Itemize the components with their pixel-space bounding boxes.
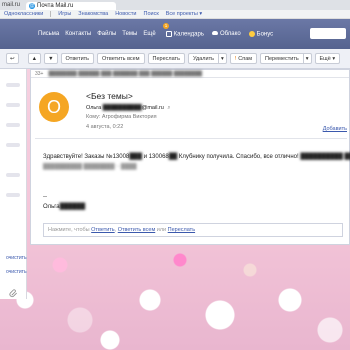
message-subject: <Без темы> (86, 91, 133, 101)
mail-top-nav: Письма Контакты Файлы Темы Ещё 1 Календа… (0, 19, 350, 49)
message-body-line: Здравствуйте! Заказы №13008███ и 130068█… (43, 154, 350, 160)
bookmark-ok[interactable]: Одноклассники (4, 11, 43, 17)
search-icon[interactable]: ⌕ (167, 105, 170, 111)
bookmark-games[interactable]: Игры (58, 11, 71, 17)
reply-button[interactable]: Ответить (60, 53, 95, 64)
body-blurred: ███ (129, 154, 143, 160)
signature-separator: -- (43, 194, 47, 200)
reply-prefix: Нажмите, чтобы (48, 227, 92, 233)
bookmark-all-projects[interactable]: Все проекты ▾ (166, 11, 202, 17)
reply-all-button[interactable]: Ответить всем (97, 53, 145, 64)
body-blurred: ██████████ ████ (300, 154, 350, 160)
nav-more[interactable]: Ещё (143, 31, 155, 37)
move-dropdown[interactable]: ▾ (303, 53, 312, 64)
more-label: Ещё (319, 55, 331, 62)
more-button[interactable]: Ещё ▾ (314, 53, 341, 64)
move-button[interactable]: Переместить (260, 53, 304, 64)
active-tab[interactable]: @ Почта Mail.ru (26, 2, 117, 10)
nav-files[interactable]: Файлы (97, 31, 116, 37)
thread-bar: 33+ ████████ ██████ ███ ███████ ███ ████… (31, 70, 349, 78)
folder-item[interactable] (6, 173, 20, 177)
paperclip-icon[interactable] (9, 289, 18, 298)
quick-reply-link[interactable]: Ответить (91, 227, 115, 233)
chevron-down-icon: ▾ (305, 55, 309, 62)
from-name: Ольга (86, 105, 102, 111)
arrow-up-icon: ▲ (31, 55, 38, 62)
message-from[interactable]: Ольга ██████████@mail.ru ⌕ (86, 105, 170, 112)
message-panel: 33+ ████████ ██████ ███ ███████ ███ ████… (30, 69, 350, 245)
nav-cloud-label: Облако (219, 31, 241, 37)
from-domain: @mail.ru (141, 105, 164, 111)
quick-forward-link[interactable]: Переслать (168, 227, 195, 233)
user-account-menu[interactable] (310, 28, 346, 39)
message-body-blurred-line: ██████████ ████████ ~ ████ (43, 164, 137, 170)
calendar-icon (165, 30, 172, 37)
previous-tab-title[interactable]: mail.ru (2, 2, 20, 8)
folder-item[interactable] (6, 103, 20, 107)
nav-calendar[interactable]: Календарь (165, 30, 204, 38)
nav-bonus-label: Бонус (256, 31, 274, 38)
quick-reply-box[interactable]: Нажмите, чтобы Ответить, Ответить всем и… (43, 223, 343, 237)
quick-reply-all-link[interactable]: Ответить всем (118, 227, 156, 233)
folder-item[interactable] (6, 193, 20, 197)
warning-icon: ! (234, 55, 237, 62)
folder-item[interactable] (6, 83, 20, 87)
thread-count: 33+ (35, 70, 44, 77)
bookmark-divider (50, 11, 52, 17)
chevron-down-icon: ▾ (220, 55, 224, 62)
next-message-button[interactable]: ▼ (44, 53, 58, 64)
cloud-icon (211, 31, 218, 36)
bonus-icon (248, 30, 255, 37)
body-end: Клубнику получила. Спасибо, все отлично! (177, 154, 299, 160)
spam-label: Спам (238, 55, 253, 62)
signature-blurred: ██████ (59, 204, 86, 210)
sender-avatar: О (39, 92, 69, 122)
nav-cloud[interactable]: Облако (211, 31, 241, 37)
message-date: 4 августа, 0:22 (86, 124, 124, 130)
delete-dropdown[interactable]: ▾ (218, 53, 227, 64)
message-to: Кому: Агрофирма Виктория (86, 114, 157, 120)
arrow-down-icon: ▼ (48, 55, 54, 62)
signature-name: Ольга (43, 204, 60, 210)
back-button[interactable]: ↩ (6, 53, 19, 64)
tab-title: Почта Mail.ru (37, 3, 74, 9)
chevron-down-icon: ▾ (332, 55, 336, 62)
body-blurred: ██ (168, 154, 178, 160)
bookmark-dating[interactable]: Знакомства (78, 11, 108, 17)
bookmarks-bar: Одноклассники Игры Знакомства Новости По… (0, 10, 350, 19)
mail-favicon-icon: @ (29, 3, 36, 9)
prev-message-button[interactable]: ▲ (27, 53, 42, 64)
nav-letters[interactable]: Письма (38, 31, 59, 37)
nav-bonus[interactable]: Бонус (248, 30, 274, 38)
header-divider (35, 138, 347, 139)
browser-tab-strip: mail.ru @ Почта Mail.ru (0, 0, 350, 10)
bookmark-news[interactable]: Новости (115, 11, 136, 17)
nav-themes[interactable]: Темы (122, 31, 137, 37)
spam-button[interactable]: ! Спам (229, 53, 258, 64)
message-toolbar: ↩ ▲ ▼ Ответить Ответить всем Переслать У… (0, 49, 350, 69)
folder-item[interactable] (6, 123, 20, 127)
from-blurred: ██████████ (102, 105, 142, 111)
nav-contacts[interactable]: Контакты (65, 31, 91, 37)
reply-or: или (155, 227, 168, 233)
add-contact-link[interactable]: Добавить (323, 126, 347, 132)
nav-badge: 1 (163, 23, 169, 29)
folder-sidebar: очистить очистить (0, 69, 27, 299)
signature: Ольга██████ (43, 204, 85, 210)
body-start: Здравствуйте! Заказы №13008 (43, 154, 130, 160)
back-arrow-icon: ↩ (10, 55, 15, 62)
bookmark-search[interactable]: Поиск (144, 11, 159, 17)
clear-folder-link[interactable]: очистить (6, 255, 27, 261)
forward-button[interactable]: Переслать (147, 53, 185, 64)
folder-item[interactable] (6, 143, 20, 147)
body-mid: и 130068 (142, 154, 169, 160)
thread-preview-blurred: ████████ ██████ ███ ███████ ███ ██████ █… (48, 70, 203, 77)
delete-button[interactable]: Удалить (187, 53, 219, 64)
nav-calendar-label: Календарь (173, 31, 204, 38)
clear-folder-link[interactable]: очистить (6, 269, 27, 275)
